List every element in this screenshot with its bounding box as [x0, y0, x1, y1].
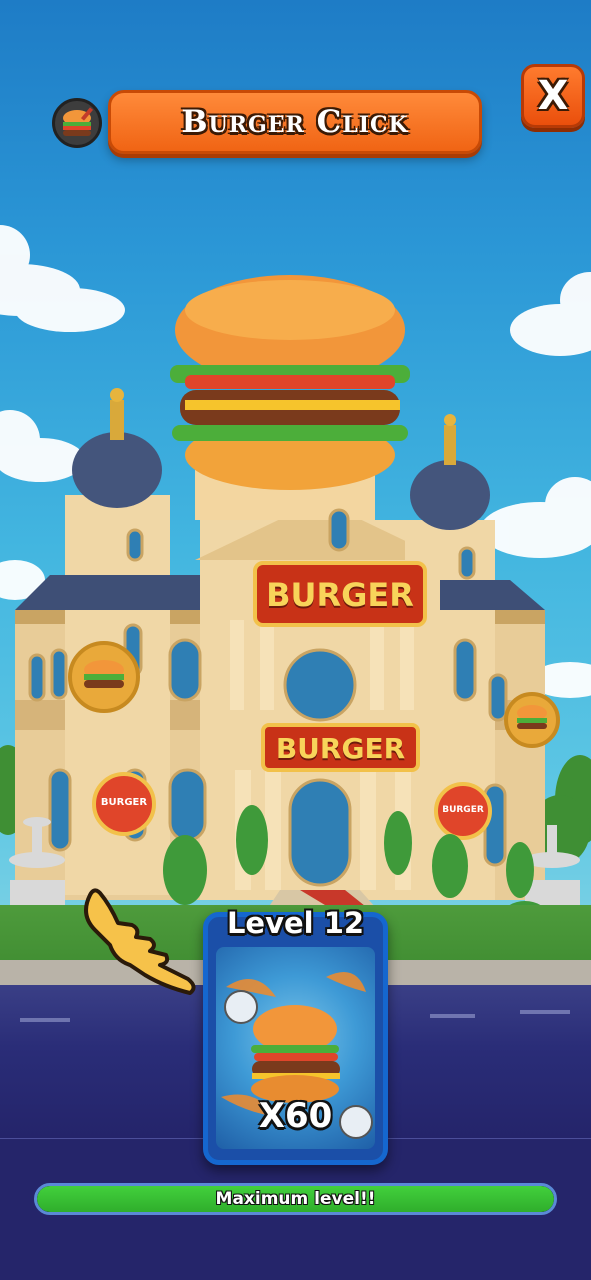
- burger-sign-upper: BURGER: [266, 576, 414, 614]
- burger-sign-round-right: BURGER: [442, 805, 484, 815]
- level-label: Level 12: [226, 906, 365, 940]
- pointing-hand-icon: [84, 888, 196, 995]
- title-badge: Burger Click: [108, 90, 482, 154]
- level-progress-bar: Maximum level!!: [34, 1183, 557, 1215]
- progress-label: Maximum level!!: [215, 1189, 376, 1209]
- burger-icon: [52, 98, 102, 148]
- burger-sign-lower: BURGER: [275, 731, 406, 765]
- close-icon: X: [537, 73, 569, 119]
- close-button[interactable]: X: [521, 64, 585, 128]
- burger-sign-round-left: BURGER: [100, 797, 148, 808]
- multiplier-label: X60: [258, 1096, 333, 1136]
- page-title: Burger Click: [181, 104, 409, 140]
